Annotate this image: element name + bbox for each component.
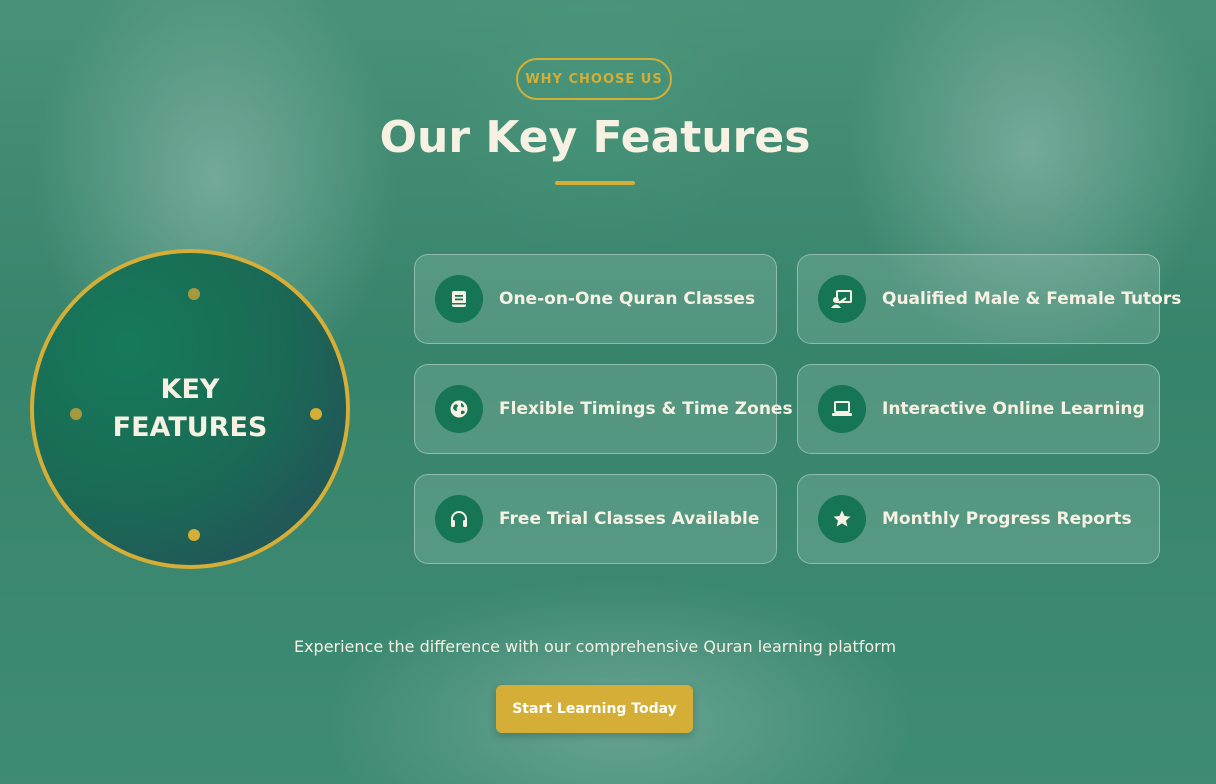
key-features-circle: KEY FEATURES bbox=[30, 249, 350, 569]
feature-label: Interactive Online Learning bbox=[882, 399, 1145, 419]
feature-label: Free Trial Classes Available bbox=[499, 509, 760, 529]
feature-label: Qualified Male & Female Tutors bbox=[882, 289, 1182, 309]
section-badge: WHY CHOOSE US bbox=[516, 58, 672, 100]
feature-card-tutors[interactable]: Qualified Male & Female Tutors bbox=[797, 254, 1181, 344]
book-icon bbox=[435, 275, 483, 323]
feature-label: Flexible Timings & Time Zones bbox=[499, 399, 793, 419]
circle-dot-left bbox=[70, 408, 82, 420]
headphones-icon bbox=[435, 495, 483, 543]
feature-card-progress[interactable]: Monthly Progress Reports bbox=[797, 474, 1160, 564]
start-learning-button[interactable]: Start Learning Today bbox=[496, 685, 693, 733]
circle-label-line-2: FEATURES bbox=[112, 412, 268, 443]
title-underline bbox=[555, 181, 635, 185]
feature-card-one-on-one[interactable]: One-on-One Quran Classes bbox=[414, 254, 777, 344]
tagline: Experience the difference with our compr… bbox=[293, 637, 897, 656]
feature-card-timings[interactable]: Flexible Timings & Time Zones bbox=[414, 364, 793, 454]
feature-label: One-on-One Quran Classes bbox=[499, 289, 756, 309]
section-title: Our Key Features bbox=[379, 112, 811, 163]
globe-icon bbox=[435, 385, 483, 433]
feature-label: Monthly Progress Reports bbox=[882, 509, 1132, 529]
circle-dot-top bbox=[188, 288, 200, 300]
teacher-icon bbox=[818, 275, 866, 323]
circle-dot-right bbox=[310, 408, 322, 420]
feature-card-free-trial[interactable]: Free Trial Classes Available bbox=[414, 474, 777, 564]
feature-card-interactive[interactable]: Interactive Online Learning bbox=[797, 364, 1160, 454]
star-icon bbox=[818, 495, 866, 543]
circle-label: KEY FEATURES bbox=[113, 371, 268, 447]
laptop-icon bbox=[818, 385, 866, 433]
circle-label-line-1: KEY bbox=[160, 374, 220, 405]
circle-dot-bottom bbox=[188, 529, 200, 541]
